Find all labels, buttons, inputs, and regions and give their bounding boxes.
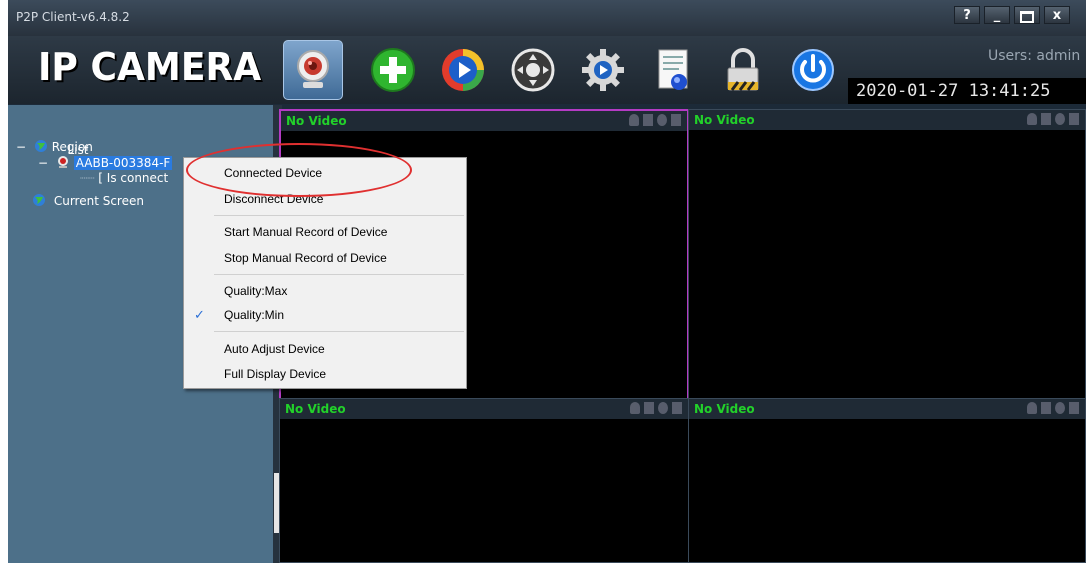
menu-item-label: Start Manual Record of Device (224, 225, 388, 239)
menu-item-label: Quality:Min (224, 308, 285, 322)
tree-node-status[interactable]: ┈┈ [ Is connect (80, 171, 168, 185)
camera-device-icon (57, 156, 68, 168)
pane-header: No Video (280, 399, 688, 419)
minimize-button[interactable]: _ (984, 6, 1010, 24)
maximize-button[interactable] (1014, 6, 1040, 24)
menu-item-auto-adjust-device[interactable]: Auto Adjust Device (184, 337, 466, 361)
lock-icon (727, 48, 759, 91)
menu-item-label: Auto Adjust Device (224, 342, 325, 356)
tree-node-label: Current Screen (53, 194, 144, 208)
no-video-label: No Video (285, 402, 346, 416)
playback-button[interactable] (433, 40, 493, 100)
add-device-button[interactable] (363, 40, 423, 100)
menu-item-label: Connected Device (224, 166, 323, 180)
menu-item-label: Disconnect Device (224, 192, 324, 206)
globe-icon (33, 194, 45, 206)
mic-icon[interactable] (1027, 113, 1037, 125)
menu-icon[interactable] (671, 114, 681, 126)
maximize-icon (1020, 11, 1034, 23)
pane-tools (1027, 113, 1079, 127)
ptz-button[interactable] (503, 40, 563, 100)
speaker-icon[interactable] (1041, 113, 1051, 125)
check-icon: ✓ (194, 307, 205, 322)
menu-item-quality-min[interactable]: ✓ Quality:Min (184, 303, 466, 327)
speaker-icon[interactable] (1041, 402, 1051, 414)
mic-icon[interactable] (629, 114, 639, 126)
exit-button[interactable] (783, 40, 843, 100)
menu-icon[interactable] (672, 402, 682, 414)
pane-tools (630, 402, 682, 416)
no-video-label: No Video (286, 114, 347, 128)
menu-item-start-manual-record[interactable]: Start Manual Record of Device (184, 220, 466, 244)
speaker-icon[interactable] (643, 114, 653, 126)
playback-icon (442, 49, 484, 91)
tree-node-label: Region (51, 140, 93, 154)
menu-item-connected-device[interactable]: Connected Device (184, 161, 466, 185)
tree-node-region[interactable]: − Region (16, 139, 93, 154)
record-icon[interactable] (1055, 402, 1065, 414)
pane-header: No Video (689, 399, 1085, 419)
close-button[interactable]: x (1044, 6, 1070, 24)
tree-node-device[interactable]: − AABB-003384-F (38, 155, 173, 170)
menu-separator (214, 274, 464, 275)
menu-icon[interactable] (1069, 402, 1079, 414)
app-logo: IP CAMERA (38, 45, 262, 89)
live-view-button[interactable] (283, 40, 343, 100)
settings-button[interactable] (573, 40, 633, 100)
menu-item-label: Full Display Device (224, 367, 327, 381)
collapse-toggle[interactable]: − (38, 156, 48, 170)
log-button[interactable] (643, 40, 703, 100)
toolbar: IP CAMERA Users: admin 2020-01-27 13:41:… (8, 36, 1086, 104)
tree-node-label: AABB-003384-F (73, 156, 173, 170)
app-window: P2P Client-v6.4.8.2 ? _ x IP CAMERA User… (8, 0, 1086, 563)
globe-icon (34, 140, 47, 152)
pane-header: No Video (689, 110, 1085, 130)
pane-tools (1027, 402, 1079, 416)
window-title: P2P Client-v6.4.8.2 (16, 10, 130, 24)
record-icon[interactable] (1055, 113, 1065, 125)
pane-tools (629, 114, 681, 128)
no-video-label: No Video (694, 402, 755, 416)
video-pane-2[interactable]: No Video (688, 109, 1086, 400)
context-menu: Connected Device Disconnect Device Start… (183, 157, 467, 389)
menu-icon[interactable] (1069, 113, 1079, 125)
help-button[interactable]: ? (954, 6, 980, 24)
tree-node-current-screen[interactable]: Current Screen (32, 193, 144, 208)
gear-icon (582, 49, 624, 91)
record-icon[interactable] (658, 402, 668, 414)
record-icon[interactable] (657, 114, 667, 126)
menu-item-full-display-device[interactable]: Full Display Device (184, 362, 466, 386)
webcam-icon (297, 50, 329, 88)
mic-icon[interactable] (630, 402, 640, 414)
mic-icon[interactable] (1027, 402, 1037, 414)
no-video-label: No Video (694, 113, 755, 127)
menu-item-label: Quality:Max (224, 284, 288, 298)
ptz-icon (511, 48, 555, 92)
add-icon (371, 48, 415, 92)
title-bar: P2P Client-v6.4.8.2 ? _ x (8, 0, 1086, 36)
power-icon (792, 49, 834, 91)
video-pane-4[interactable]: No Video (688, 398, 1086, 563)
video-pane-3[interactable]: No Video (279, 398, 689, 563)
menu-item-disconnect-device[interactable]: Disconnect Device (184, 187, 466, 211)
pane-header: No Video (281, 111, 687, 131)
datetime-display: 2020-01-27 13:41:25 (848, 78, 1086, 104)
log-icon (658, 49, 688, 90)
menu-item-stop-manual-record[interactable]: Stop Manual Record of Device (184, 246, 466, 270)
speaker-icon[interactable] (644, 402, 654, 414)
current-user: Users: admin (988, 48, 1081, 64)
menu-item-label: Stop Manual Record of Device (224, 251, 387, 265)
menu-separator (214, 331, 464, 332)
tree-connector: ┈┈ (80, 171, 95, 185)
tree-node-label: [ Is connect (98, 171, 169, 185)
collapse-toggle[interactable]: − (16, 140, 26, 154)
menu-item-quality-max[interactable]: Quality:Max (184, 279, 466, 303)
lock-button[interactable] (713, 40, 773, 100)
menu-separator (214, 215, 464, 216)
